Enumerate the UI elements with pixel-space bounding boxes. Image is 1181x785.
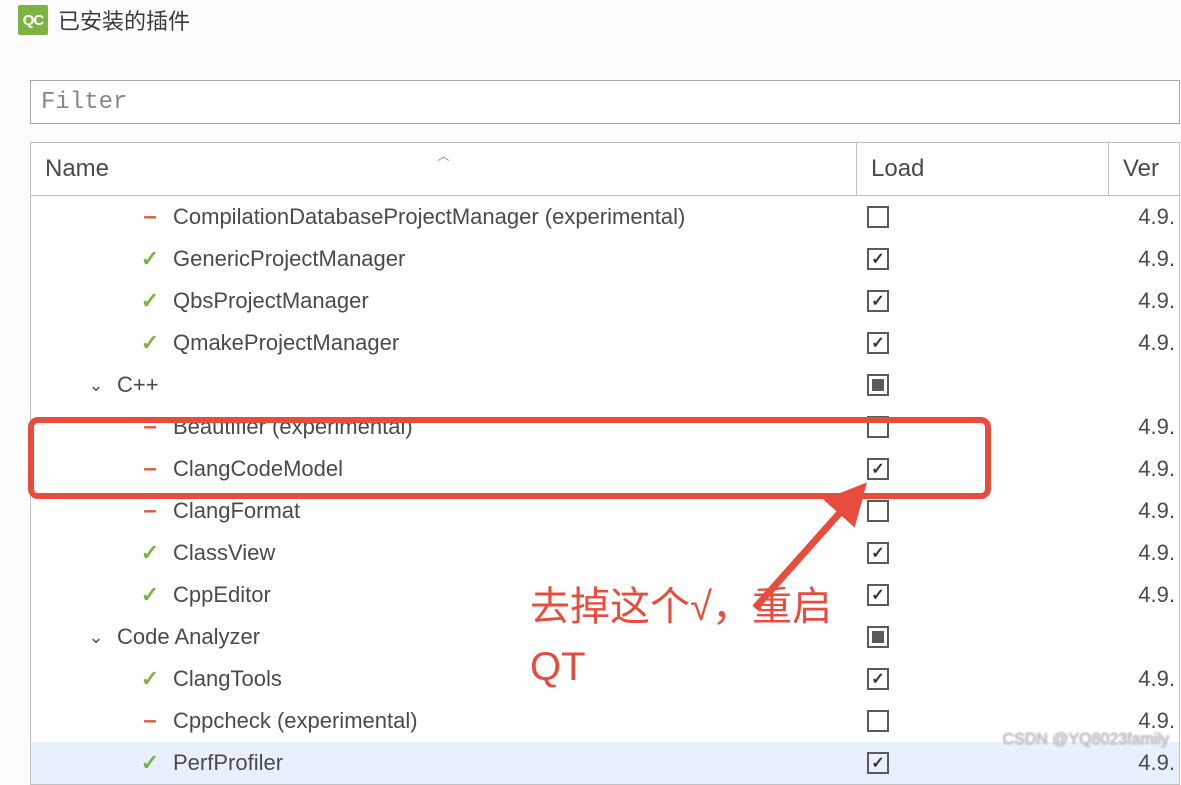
cell-version: 4.9. <box>1109 750 1179 776</box>
column-version[interactable]: Ver <box>1109 143 1179 195</box>
cell-version: 4.9. <box>1109 498 1179 524</box>
cell-load <box>857 490 1109 532</box>
load-checkbox[interactable] <box>867 710 889 732</box>
plugin-name-label: PerfProfiler <box>163 750 283 776</box>
app-icon: QC <box>18 5 48 35</box>
table-row[interactable]: ✓QbsProjectManager 4.9. <box>31 280 1179 322</box>
load-checkbox[interactable] <box>867 668 889 690</box>
cell-load <box>857 574 1109 616</box>
cell-name: ✓PerfProfiler <box>31 742 857 784</box>
filter-input[interactable] <box>30 80 1180 124</box>
cell-version: 4.9. <box>1109 414 1179 440</box>
plugin-name-label: Beautifier (experimental) <box>163 414 413 440</box>
load-checkbox[interactable] <box>867 248 889 270</box>
plugin-name-label: ClassView <box>163 540 275 566</box>
cell-name: ⌄C++ <box>31 364 857 406</box>
check-icon: ✓ <box>137 582 163 608</box>
cell-load <box>857 238 1109 280</box>
cell-load <box>857 364 1109 406</box>
cell-load <box>857 448 1109 490</box>
column-name-label: Name <box>45 155 109 183</box>
table-row[interactable]: ✓QmakeProjectManager 4.9. <box>31 322 1179 364</box>
cell-load <box>857 280 1109 322</box>
plugin-name-label: ClangFormat <box>163 498 300 524</box>
cell-load <box>857 532 1109 574</box>
load-checkbox[interactable] <box>867 500 889 522</box>
cell-version: 4.9. <box>1109 540 1179 566</box>
column-load[interactable]: Load <box>857 143 1109 195</box>
table-row[interactable]: –ClangFormat 4.9. <box>31 490 1179 532</box>
cell-load <box>857 406 1109 448</box>
load-checkbox[interactable] <box>867 332 889 354</box>
check-icon: ✓ <box>137 288 163 314</box>
table-header: Name ︿ Load Ver <box>31 143 1179 196</box>
plugin-name-label: Code Analyzer <box>107 624 260 650</box>
plugin-name-label: GenericProjectManager <box>163 246 405 272</box>
cell-version: 4.9. <box>1109 204 1179 230</box>
cell-name: ✓ClassView <box>31 532 857 574</box>
cell-load <box>857 658 1109 700</box>
titlebar: QC 已安装的插件 <box>0 0 1181 50</box>
cell-version: 4.9. <box>1109 288 1179 314</box>
cell-name: –CompilationDatabaseProjectManager (expe… <box>31 196 857 238</box>
cell-name: ✓QmakeProjectManager <box>31 322 857 364</box>
cell-version: 4.9. <box>1109 246 1179 272</box>
check-icon: ✓ <box>137 666 163 692</box>
cell-name: ✓GenericProjectManager <box>31 238 857 280</box>
cell-load <box>857 196 1109 238</box>
expand-icon[interactable]: ⌄ <box>85 375 107 396</box>
plugin-name-label: ClangTools <box>163 666 282 692</box>
cell-version: 4.9. <box>1109 582 1179 608</box>
load-checkbox[interactable] <box>867 374 889 396</box>
window-title: 已安装的插件 <box>58 4 190 36</box>
load-checkbox[interactable] <box>867 626 889 648</box>
column-name[interactable]: Name ︿ <box>31 143 857 195</box>
check-icon: ✓ <box>137 540 163 566</box>
plugin-name-label: CppEditor <box>163 582 271 608</box>
plugin-name-label: QmakeProjectManager <box>163 330 399 356</box>
cell-version: 4.9. <box>1109 330 1179 356</box>
plugin-name-label: QbsProjectManager <box>163 288 369 314</box>
load-checkbox[interactable] <box>867 458 889 480</box>
cell-name: ✓QbsProjectManager <box>31 280 857 322</box>
cell-name: –Cppcheck (experimental) <box>31 700 857 742</box>
table-row[interactable]: ✓GenericProjectManager 4.9. <box>31 238 1179 280</box>
cell-name: –ClangCodeModel <box>31 448 857 490</box>
table-row[interactable]: ⌄C++ <box>31 364 1179 406</box>
cell-load <box>857 616 1109 658</box>
cell-name: –ClangFormat <box>31 490 857 532</box>
table-row[interactable]: –ClangCodeModel 4.9. <box>31 448 1179 490</box>
plugin-name-label: CompilationDatabaseProjectManager (exper… <box>163 204 685 230</box>
table-row[interactable]: ✓ClassView 4.9. <box>31 532 1179 574</box>
load-checkbox[interactable] <box>867 416 889 438</box>
check-icon: ✓ <box>137 330 163 356</box>
cell-load <box>857 322 1109 364</box>
load-checkbox[interactable] <box>867 752 889 774</box>
plugin-name-label: ClangCodeModel <box>163 456 343 482</box>
cell-name: –Beautifier (experimental) <box>31 406 857 448</box>
plugin-name-label: C++ <box>107 372 159 398</box>
check-icon: ✓ <box>137 750 163 776</box>
plugin-name-label: Cppcheck (experimental) <box>163 708 418 734</box>
load-checkbox[interactable] <box>867 206 889 228</box>
expand-icon[interactable]: ⌄ <box>85 627 107 648</box>
load-checkbox[interactable] <box>867 584 889 606</box>
sort-arrow-icon: ︿ <box>437 147 449 164</box>
load-checkbox[interactable] <box>867 542 889 564</box>
cell-version: 4.9. <box>1109 666 1179 692</box>
watermark: CSDN @YQ8023family <box>1002 731 1169 749</box>
load-checkbox[interactable] <box>867 290 889 312</box>
table-row[interactable]: –CompilationDatabaseProjectManager (expe… <box>31 196 1179 238</box>
cell-version: 4.9. <box>1109 456 1179 482</box>
annotation-text: 去掉这个√，重启QT <box>530 577 850 697</box>
table-row[interactable]: –Beautifier (experimental) 4.9. <box>31 406 1179 448</box>
check-icon: ✓ <box>137 246 163 272</box>
